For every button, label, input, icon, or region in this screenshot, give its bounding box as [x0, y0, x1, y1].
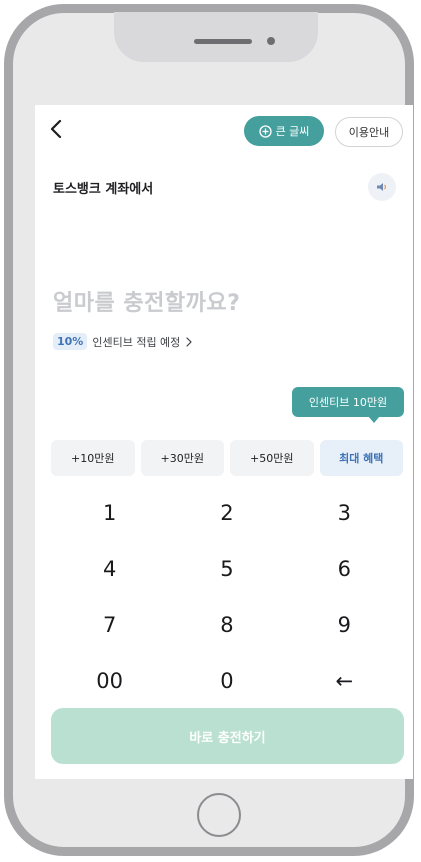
number-keypad: 1 2 3 4 5 6 7 8 9 00 0 ←: [51, 485, 403, 709]
key-6[interactable]: 6: [286, 541, 403, 597]
key-5[interactable]: 5: [168, 541, 285, 597]
quick-amount-10-button[interactable]: +10만원: [51, 440, 135, 476]
key-00[interactable]: 00: [51, 653, 168, 709]
key-8[interactable]: 8: [168, 597, 285, 653]
big-text-button[interactable]: 큰 글씨: [244, 116, 324, 146]
speaker-icon: [377, 183, 386, 191]
key-9[interactable]: 9: [286, 597, 403, 653]
backspace-key[interactable]: ←: [286, 653, 403, 709]
chevron-right-icon: [186, 336, 192, 347]
chevron-left-icon: [50, 119, 62, 139]
incentive-percent-badge: 10%: [53, 333, 88, 350]
max-benefit-button[interactable]: 최대 혜택: [319, 440, 403, 476]
key-2[interactable]: 2: [168, 485, 285, 541]
key-4[interactable]: 4: [51, 541, 168, 597]
phone-frame: 큰 글씨 이용안내 토스뱅크 계좌에서 얼마를 충전할까요? 10% 인센티브 …: [4, 4, 414, 856]
incentive-info-link[interactable]: 10% 인센티브 적립 예정: [53, 333, 193, 350]
tooltip-tail: [368, 416, 380, 423]
front-camera: [267, 37, 275, 45]
earpiece-speaker: [194, 39, 252, 44]
speaker-button[interactable]: [368, 173, 396, 201]
incentive-text: 인센티브 적립 예정: [92, 335, 181, 349]
phone-notch: [114, 12, 318, 62]
quick-amount-row: +10만원 +30만원 +50만원 최대 혜택: [51, 440, 403, 476]
key-3[interactable]: 3: [286, 485, 403, 541]
back-button[interactable]: [47, 117, 67, 141]
amount-prompt: 얼마를 충전할까요?: [53, 291, 241, 316]
quick-amount-30-button[interactable]: +30만원: [140, 440, 224, 476]
key-1[interactable]: 1: [51, 485, 168, 541]
app-screen: 큰 글씨 이용안내 토스뱅크 계좌에서 얼마를 충전할까요? 10% 인센티브 …: [35, 105, 413, 779]
zoom-plus-icon: [258, 124, 272, 138]
quick-amount-50-button[interactable]: +50만원: [230, 440, 314, 476]
home-button-icon[interactable]: [197, 793, 241, 837]
incentive-tooltip: 인센티브 10만원: [292, 387, 404, 417]
source-account-label: 토스뱅크 계좌에서: [53, 182, 154, 197]
key-7[interactable]: 7: [51, 597, 168, 653]
usage-guide-button[interactable]: 이용안내: [335, 117, 403, 147]
key-0[interactable]: 0: [168, 653, 285, 709]
charge-now-button[interactable]: 바로 충전하기: [51, 708, 404, 764]
big-text-label: 큰 글씨: [275, 125, 310, 138]
